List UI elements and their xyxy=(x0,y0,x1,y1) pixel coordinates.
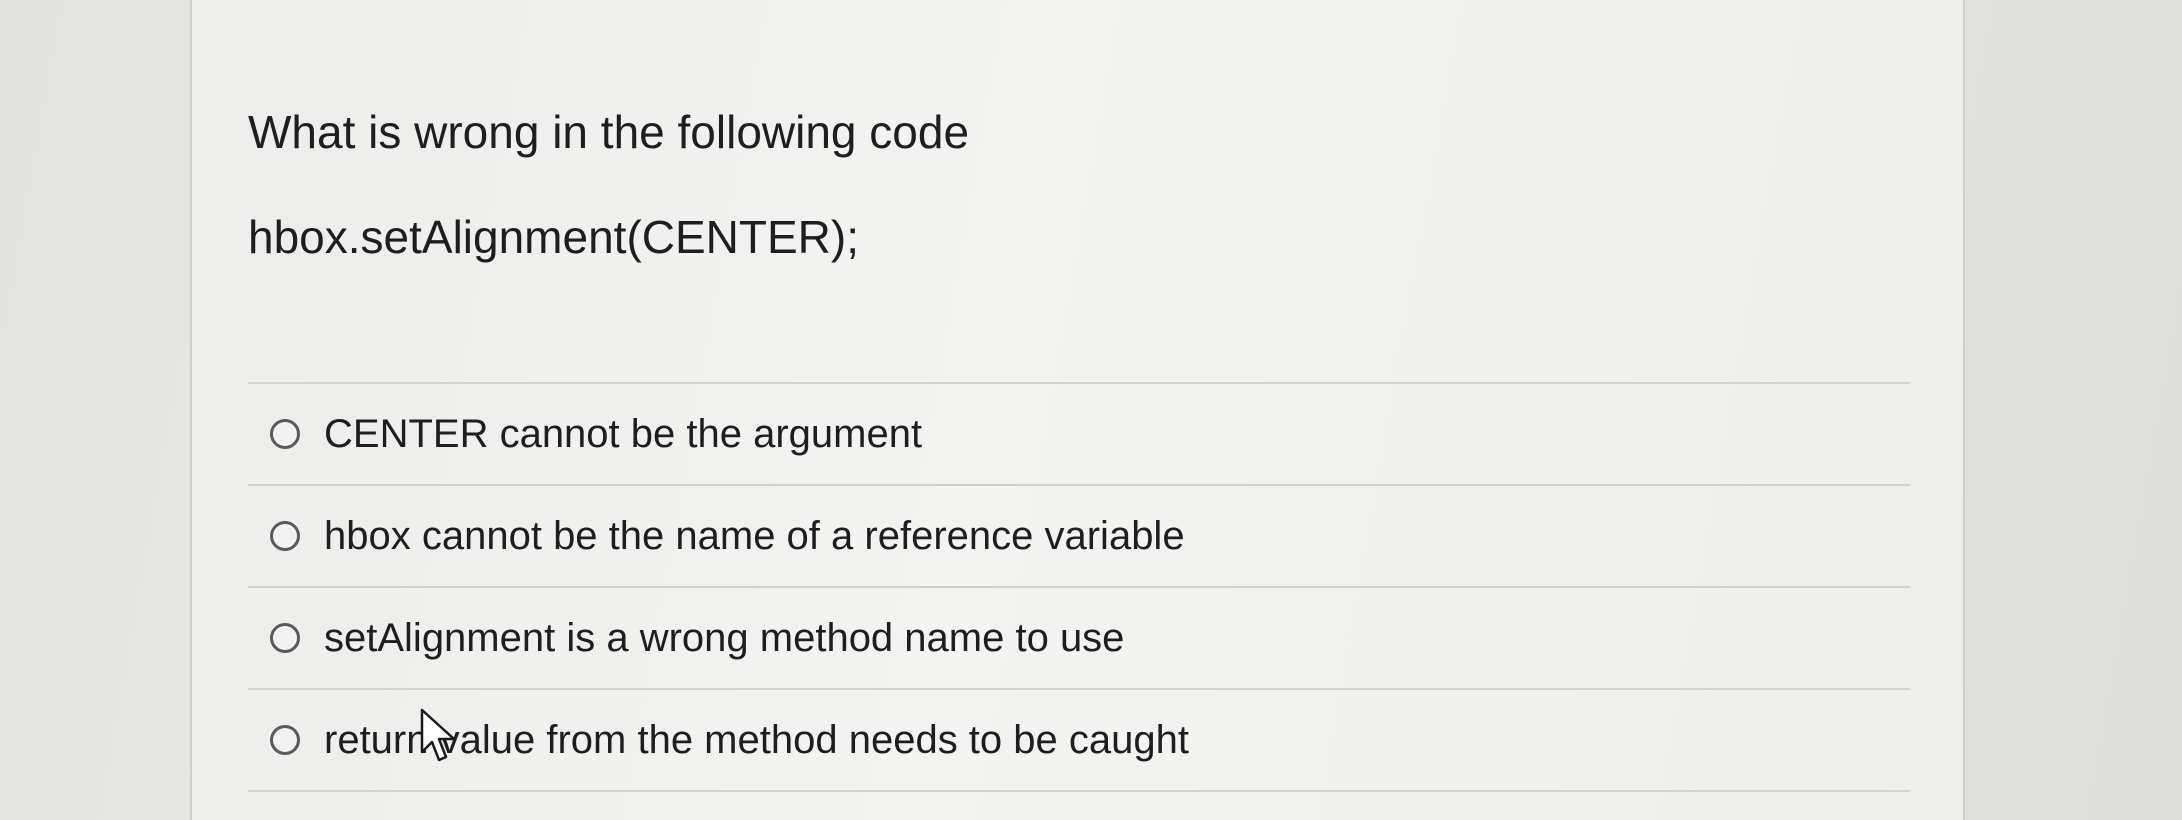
answer-option-4[interactable]: return value from the method needs to be… xyxy=(248,690,1910,792)
answer-label: setAlignment is a wrong method name to u… xyxy=(324,615,1125,660)
answer-option-3[interactable]: setAlignment is a wrong method name to u… xyxy=(248,588,1910,690)
answer-list: CENTER cannot be the argument hbox canno… xyxy=(248,382,1910,792)
radio-button-icon[interactable] xyxy=(270,725,300,755)
answer-label: CENTER cannot be the argument xyxy=(324,411,923,456)
answer-option-2[interactable]: hbox cannot be the name of a reference v… xyxy=(248,486,1910,588)
radio-button-icon[interactable] xyxy=(270,521,300,551)
radio-button-icon[interactable] xyxy=(270,623,300,653)
answer-option-1[interactable]: CENTER cannot be the argument xyxy=(248,384,1910,486)
question-prompt: What is wrong in the following code xyxy=(248,106,970,158)
radio-button-icon[interactable] xyxy=(270,419,300,449)
question-code: hbox.setAlignment(CENTER); xyxy=(248,211,859,263)
answer-label: return value from the method needs to be… xyxy=(324,717,1189,762)
answer-label: hbox cannot be the name of a reference v… xyxy=(324,513,1185,558)
screen: What is wrong in the following code hbox… xyxy=(0,0,2182,820)
quiz-question-panel: What is wrong in the following code hbox… xyxy=(190,0,1965,820)
